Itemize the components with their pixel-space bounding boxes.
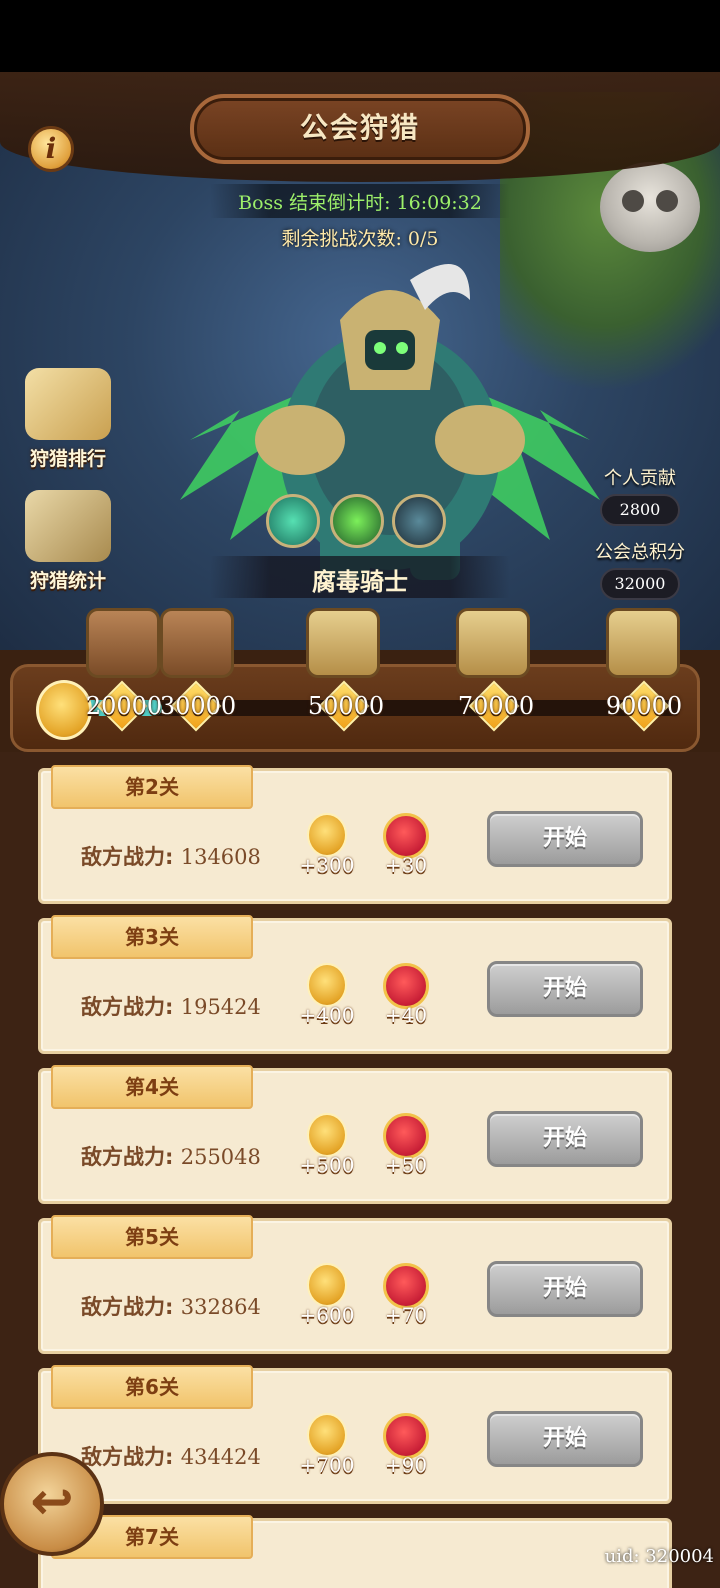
stage-tab: 第2关 <box>51 765 253 809</box>
back-arrow-icon: ↩ <box>30 1472 74 1532</box>
enemy-power-value: 134608 <box>180 845 261 869</box>
page-title: 公会狩猎 <box>299 111 420 144</box>
medal-reward-amount: +300 <box>299 853 355 877</box>
start-button[interactable]: 开始 <box>487 811 643 867</box>
stage-card: 第5关 敌方战力: 332864 +600 +70 开始 <box>38 1215 672 1354</box>
medal-reward-amount: +400 <box>299 1003 355 1027</box>
stage-tab: 第3关 <box>51 915 253 959</box>
thorn-skill-icon[interactable] <box>330 494 384 548</box>
enemy-power: 敌方战力: 255048 <box>81 1141 261 1171</box>
dark-spirit-skill-icon[interactable] <box>392 494 446 548</box>
guild-total-score-label: 公会总积分 <box>595 542 685 563</box>
medal-reward-icon <box>307 1113 347 1157</box>
threshold-label: 30000 <box>159 692 237 720</box>
reward-chest-1[interactable] <box>86 608 160 678</box>
reward-chest-3[interactable] <box>306 608 380 678</box>
stage-card: 第7关 <box>38 1515 672 1588</box>
medal-reward-icon <box>307 963 347 1007</box>
stage-card: 第6关 敌方战力: 434424 +700 +90 开始 <box>38 1365 672 1504</box>
stage-tab: 第4关 <box>51 1065 253 1109</box>
coin-reward-amount: +90 <box>384 1453 428 1477</box>
coin-reward-amount: +40 <box>384 1003 428 1027</box>
boss-countdown: Boss 结束倒计时: 16:09:32 <box>238 192 482 214</box>
medal-reward-icon <box>307 1263 347 1307</box>
threshold-label: 90000 <box>605 692 683 720</box>
enemy-power-value: 195424 <box>180 995 261 1019</box>
reward-chest-4[interactable] <box>456 608 530 678</box>
stage-tab: 第6关 <box>51 1365 253 1409</box>
enemy-power: 敌方战力: 134608 <box>81 841 261 871</box>
poison-wave-skill-icon[interactable] <box>266 494 320 548</box>
boss-name: 腐毒骑士 <box>312 568 408 596</box>
guild-total-score-value: 32000 <box>600 568 680 600</box>
stage-card: 第3关 敌方战力: 195424 +400 +40 开始 <box>38 915 672 1054</box>
personal-contribution-value: 2800 <box>600 494 680 526</box>
crossed-swords-icon <box>25 490 111 562</box>
medal-reward-amount: +600 <box>299 1303 355 1327</box>
reward-chest-2[interactable] <box>160 608 234 678</box>
enemy-power: 敌方战力: 195424 <box>81 991 261 1021</box>
stage-tab: 第5关 <box>51 1215 253 1259</box>
reward-chest-5[interactable] <box>606 608 680 678</box>
coin-reward-amount: +50 <box>384 1153 428 1177</box>
start-button[interactable]: 开始 <box>487 1261 643 1317</box>
status-bar <box>0 0 720 72</box>
enemy-power-label: 敌方战力: <box>81 995 174 1019</box>
start-button[interactable]: 开始 <box>487 1411 643 1467</box>
enemy-power: 敌方战力: 434424 <box>81 1441 261 1471</box>
stage-card: 第2关 敌方战力: 134608 +300 +30 开始 <box>38 765 672 904</box>
enemy-power-value: 434424 <box>180 1445 261 1469</box>
hunt-stats-label: 狩猎统计 <box>29 570 106 592</box>
medal-reward-amount: +500 <box>299 1153 355 1177</box>
user-id: uid: 320004 <box>604 1546 714 1567</box>
enemy-power-label: 敌方战力: <box>81 1145 174 1169</box>
info-icon[interactable]: i <box>28 126 74 172</box>
threshold-label: 70000 <box>457 692 535 720</box>
stage-card: 第4关 敌方战力: 255048 +500 +50 开始 <box>38 1065 672 1204</box>
threshold-label: 50000 <box>307 692 385 720</box>
medal-reward-icon <box>307 813 347 857</box>
start-button[interactable]: 开始 <box>487 1111 643 1167</box>
enemy-power-value: 332864 <box>180 1295 261 1319</box>
stage-list: 第2关 敌方战力: 134608 +300 +30 开始 第3关 敌方战力: 1… <box>0 752 720 1588</box>
hunt-ranking-button[interactable]: 狩猎排行 <box>18 368 118 478</box>
enemy-power-label: 敌方战力: <box>81 1295 174 1319</box>
podium-icon <box>25 368 111 440</box>
start-button[interactable]: 开始 <box>487 961 643 1017</box>
enemy-power-label: 敌方战力: <box>81 845 174 869</box>
medal-reward-amount: +700 <box>299 1453 355 1477</box>
hunt-ranking-label: 狩猎排行 <box>29 448 106 470</box>
hunt-stats-button[interactable]: 狩猎统计 <box>18 490 118 600</box>
medal-reward-icon <box>307 1413 347 1457</box>
enemy-power-value: 255048 <box>180 1145 261 1169</box>
coin-reward-amount: +70 <box>384 1303 428 1327</box>
coin-reward-amount: +30 <box>384 853 428 877</box>
enemy-power-label: 敌方战力: <box>81 1445 174 1469</box>
personal-contribution-label: 个人贡献 <box>604 468 676 489</box>
back-button[interactable]: ↩ <box>0 1452 104 1556</box>
enemy-power: 敌方战力: 332864 <box>81 1291 261 1321</box>
